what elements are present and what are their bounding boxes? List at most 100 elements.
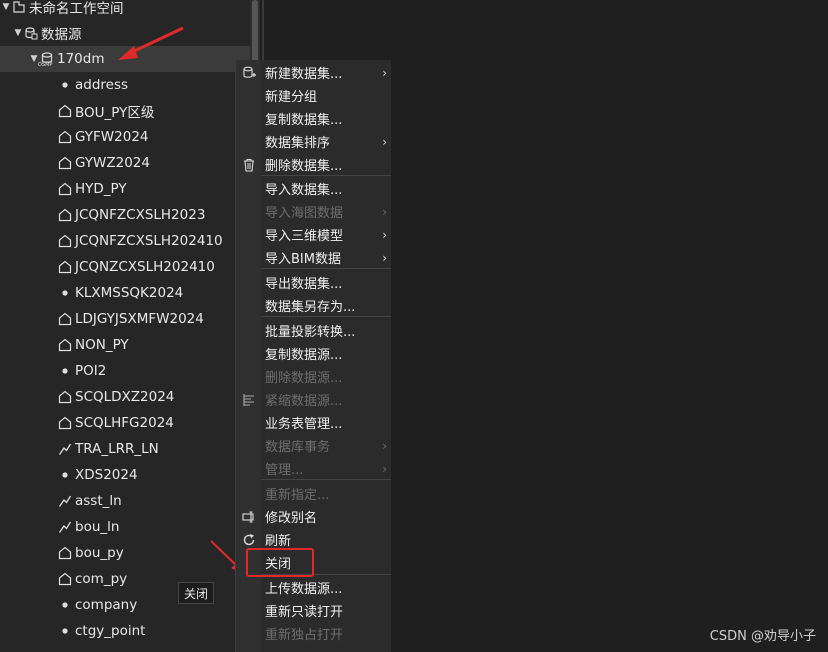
tree-node-dataset[interactable]: bou_py bbox=[0, 540, 250, 566]
menu-item-label: 导入海图数据 bbox=[265, 206, 344, 221]
dataset-label: SCQLHFG2024 bbox=[75, 415, 174, 431]
tree-node-dataset[interactable]: JCQNFZCXSLH2023 bbox=[0, 202, 250, 228]
region-dataset-icon bbox=[58, 104, 72, 118]
tree-node-dataset[interactable]: LDJGYJSXMFW2024 bbox=[0, 306, 250, 332]
tree-node-dataset[interactable]: SCQLDXZ2024 bbox=[0, 384, 250, 410]
menu-item[interactable]: 数据集排序 › bbox=[236, 130, 391, 153]
region-dataset-icon bbox=[58, 234, 72, 248]
menu-item: 数据库事务 › bbox=[236, 434, 391, 457]
menu-item[interactable]: 删除数据集... bbox=[236, 153, 391, 176]
tree-node-dataset[interactable]: GYWZ2024 bbox=[0, 150, 250, 176]
menu-item[interactable]: 数据集另存为... bbox=[236, 294, 391, 317]
menu-item-label: 重新只读打开 bbox=[265, 605, 344, 620]
dataset-label: asst_ln bbox=[75, 493, 122, 509]
menu-item-label: 管理... bbox=[265, 463, 304, 478]
dataset-label: company bbox=[75, 597, 138, 613]
tree-node-datasources[interactable]: ▼ 数据源 bbox=[0, 20, 262, 46]
menu-item-label: 导出数据集... bbox=[265, 277, 343, 292]
menu-item-label: 批量投影转换... bbox=[265, 325, 356, 340]
submenu-arrow-icon: › bbox=[382, 134, 387, 149]
dataset-label: HYD_PY bbox=[75, 181, 127, 197]
menu-item[interactable]: 复制数据集... bbox=[236, 107, 391, 130]
tree-node-dataset[interactable]: asst_ln bbox=[0, 488, 250, 514]
menu-item-label: 删除数据源... bbox=[265, 371, 343, 386]
dataset-label: bou_ln bbox=[75, 519, 120, 535]
menu-item[interactable]: 上传数据源... bbox=[236, 576, 391, 599]
menu-item[interactable]: 导入数据集... bbox=[236, 177, 391, 200]
menu-item: 重新指定... bbox=[236, 482, 391, 505]
region-dataset-icon bbox=[58, 338, 72, 352]
menu-item-label: 新建数据集... bbox=[265, 67, 343, 82]
menu-item[interactable]: 复制数据源... bbox=[236, 342, 391, 365]
menu-item-label: 导入三维模型 bbox=[265, 229, 344, 244]
tree-node-dataset[interactable]: SCQLHFG2024 bbox=[0, 410, 250, 436]
datasource-name: 170dm bbox=[57, 51, 105, 67]
menu-item-label: 删除数据集... bbox=[265, 159, 343, 174]
tree-node-dataset[interactable]: BOU_PY区级 bbox=[0, 98, 250, 124]
tree-node-dataset[interactable]: JCQNFZCXSLH202410 bbox=[0, 228, 250, 254]
dataset-label: LDJGYJSXMFW2024 bbox=[75, 311, 204, 327]
menu-item[interactable]: 导入三维模型 › bbox=[236, 223, 391, 246]
menu-item[interactable]: 业务表管理... bbox=[236, 411, 391, 434]
tree-node-dataset[interactable]: GYFW2024 bbox=[0, 124, 250, 150]
refresh-icon bbox=[242, 533, 256, 547]
rename-icon bbox=[242, 510, 256, 524]
tree-node-workspace[interactable]: ▼ 未命名工作空间 bbox=[0, 0, 250, 20]
dataset-label: address bbox=[75, 77, 129, 93]
menu-item-label: 复制数据源... bbox=[265, 348, 343, 363]
tree-node-dataset[interactable]: KLXMSSQK2024 bbox=[0, 280, 250, 306]
dataset-label: XDS2024 bbox=[75, 467, 138, 483]
compact-icon bbox=[242, 393, 256, 407]
tree-node-datasource-170dm[interactable]: ▼ OSMP 170dm bbox=[0, 46, 250, 72]
dataset-label: GYFW2024 bbox=[75, 129, 149, 145]
workspace-tree: ▼ 未命名工作空间 ▼ 数据源 ▼ OSMP 170dm address BOU_… bbox=[0, 0, 250, 652]
tree-node-dataset[interactable]: bou_ln bbox=[0, 514, 250, 540]
tree-node-dataset[interactable]: XDS2024 bbox=[0, 462, 250, 488]
watermark: CSDN @劝导小子 bbox=[709, 629, 816, 644]
menu-item[interactable]: 批量投影转换... bbox=[236, 319, 391, 342]
menu-item-label: 数据集排序 bbox=[265, 136, 331, 151]
workspace-icon bbox=[12, 0, 26, 14]
expand-caret-icon[interactable]: ▼ bbox=[12, 28, 24, 38]
menu-item: 导入海图数据 › bbox=[236, 200, 391, 223]
udbx-datasource-icon: OSMP bbox=[38, 52, 54, 68]
trash-icon bbox=[242, 158, 256, 172]
region-dataset-icon bbox=[58, 390, 72, 404]
submenu-arrow-icon: › bbox=[382, 438, 387, 453]
tree-node-dataset[interactable]: NON_PY bbox=[0, 332, 250, 358]
submenu-arrow-icon: › bbox=[382, 250, 387, 265]
menu-item[interactable]: 新建数据集... › bbox=[236, 61, 391, 84]
menu-item: 删除数据源... bbox=[236, 365, 391, 388]
tree-node-dataset[interactable]: JCQNZCXSLH202410 bbox=[0, 254, 250, 280]
datasources-icon bbox=[24, 26, 38, 40]
region-dataset-icon bbox=[58, 182, 72, 196]
dataset-label: TRA_LRR_LN bbox=[75, 441, 159, 457]
submenu-arrow-icon: › bbox=[382, 461, 387, 476]
tree-node-dataset[interactable]: HYD_PY bbox=[0, 176, 250, 202]
dataset-label: POI2 bbox=[75, 363, 107, 379]
menu-item-label: 业务表管理... bbox=[265, 417, 343, 432]
submenu-arrow-icon: › bbox=[382, 204, 387, 219]
region-dataset-icon bbox=[58, 546, 72, 560]
menu-item-label: 上传数据源... bbox=[265, 582, 343, 597]
point-dataset-icon bbox=[58, 78, 72, 92]
menu-item: 紧缩数据源... bbox=[236, 388, 391, 411]
region-dataset-icon bbox=[58, 208, 72, 222]
line-dataset-icon bbox=[58, 442, 72, 456]
menu-item[interactable]: 导入BIM数据 › bbox=[236, 246, 391, 269]
tree-node-dataset[interactable]: POI2 bbox=[0, 358, 250, 384]
tree-node-dataset[interactable]: address bbox=[0, 72, 250, 98]
menu-item[interactable]: 重新只读打开 bbox=[236, 599, 391, 622]
new-dataset-icon bbox=[242, 66, 256, 80]
menu-item[interactable]: 修改别名 bbox=[236, 505, 391, 528]
tree-node-dataset[interactable]: TRA_LRR_LN bbox=[0, 436, 250, 462]
menu-item-label: 复制数据集... bbox=[265, 113, 343, 128]
menu-item[interactable]: 新建分组 bbox=[236, 84, 391, 107]
expand-caret-icon[interactable]: ▼ bbox=[0, 2, 12, 12]
menu-item[interactable]: 导出数据集... bbox=[236, 271, 391, 294]
region-dataset-icon bbox=[58, 130, 72, 144]
dataset-label: NON_PY bbox=[75, 337, 129, 353]
dataset-label: JCQNZCXSLH202410 bbox=[75, 259, 215, 275]
menu-item-label: 数据库事务 bbox=[265, 440, 331, 455]
tree-node-dataset[interactable]: ctgy_point bbox=[0, 618, 250, 644]
